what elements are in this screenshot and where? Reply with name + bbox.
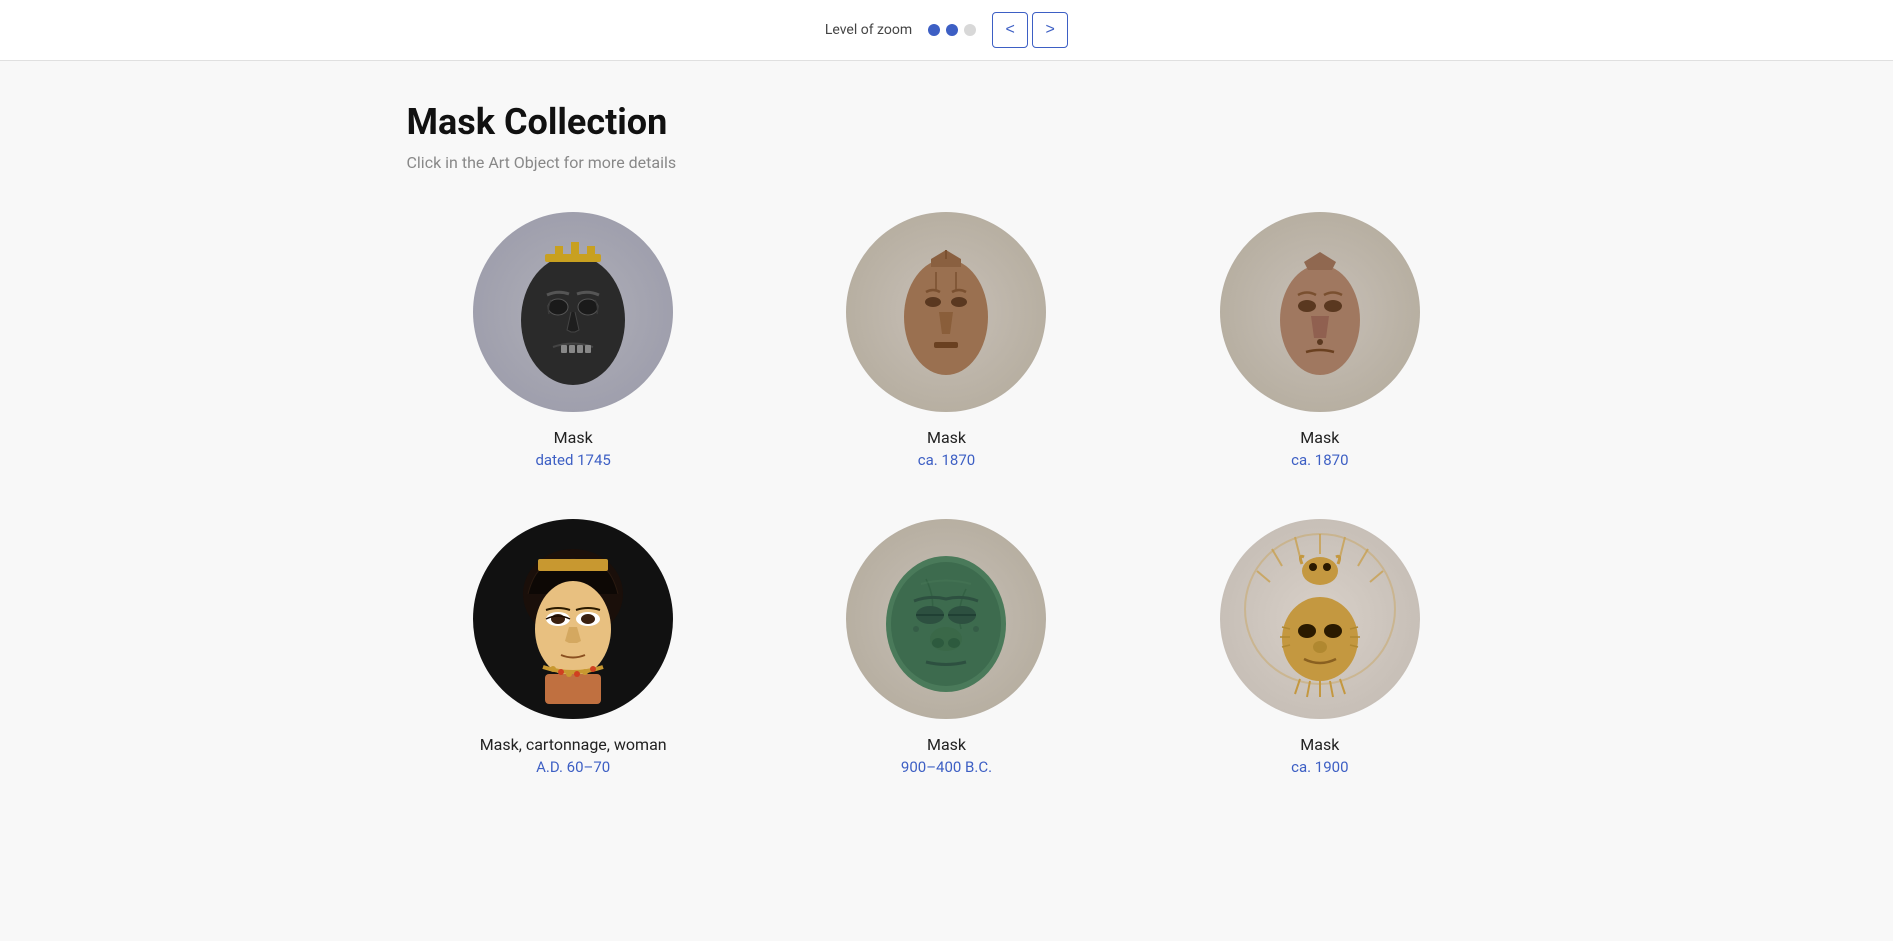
zoom-dot-1[interactable] [928, 24, 940, 36]
mask-image-2 [846, 212, 1046, 412]
mask-name-6: Mask [1300, 735, 1339, 754]
mask-date-5: 900–400 B.C. [901, 758, 992, 776]
mask-item-5[interactable]: Mask 900–400 B.C. [780, 519, 1113, 776]
zoom-dots [928, 24, 976, 36]
mask-svg-6 [1220, 519, 1420, 719]
page-title: Mask Collection [407, 101, 1487, 143]
mask-image-4 [473, 519, 673, 719]
next-button[interactable]: > [1032, 12, 1068, 48]
mask-item-4[interactable]: Mask, cartonnage, woman A.D. 60–70 [407, 519, 740, 776]
mask-svg-2 [846, 212, 1046, 412]
mask-grid: Mask dated 1745 [407, 212, 1487, 776]
mask-name-3: Mask [1300, 428, 1339, 447]
mask-item-2[interactable]: Mask ca. 1870 [780, 212, 1113, 469]
mask-svg-5 [846, 519, 1046, 719]
mask-item-3[interactable]: Mask ca. 1870 [1153, 212, 1486, 469]
mask-svg-4 [473, 519, 673, 719]
mask-date-2: ca. 1870 [918, 451, 975, 469]
mask-image-5 [846, 519, 1046, 719]
mask-item-1[interactable]: Mask dated 1745 [407, 212, 740, 469]
mask-item-6[interactable]: Mask ca. 1900 [1153, 519, 1486, 776]
prev-button[interactable]: < [992, 12, 1028, 48]
mask-date-1: dated 1745 [535, 451, 610, 469]
mask-svg-3 [1220, 212, 1420, 412]
mask-svg-1 [473, 212, 673, 412]
zoom-dot-2[interactable] [946, 24, 958, 36]
mask-image-3 [1220, 212, 1420, 412]
page-subtitle: Click in the Art Object for more details [407, 153, 1487, 172]
mask-date-4: A.D. 60–70 [536, 758, 610, 776]
mask-date-6: ca. 1900 [1291, 758, 1348, 776]
mask-name-5: Mask [927, 735, 966, 754]
zoom-dot-3[interactable] [964, 24, 976, 36]
mask-date-3: ca. 1870 [1291, 451, 1348, 469]
top-bar: Level of zoom < > [0, 0, 1893, 61]
nav-buttons: < > [992, 12, 1068, 48]
main-content: Mask Collection Click in the Art Object … [347, 61, 1547, 816]
mask-image-1 [473, 212, 673, 412]
zoom-label: Level of zoom [825, 22, 912, 38]
mask-name-2: Mask [927, 428, 966, 447]
mask-image-6 [1220, 519, 1420, 719]
mask-name-4: Mask, cartonnage, woman [480, 735, 667, 754]
mask-name-1: Mask [554, 428, 593, 447]
